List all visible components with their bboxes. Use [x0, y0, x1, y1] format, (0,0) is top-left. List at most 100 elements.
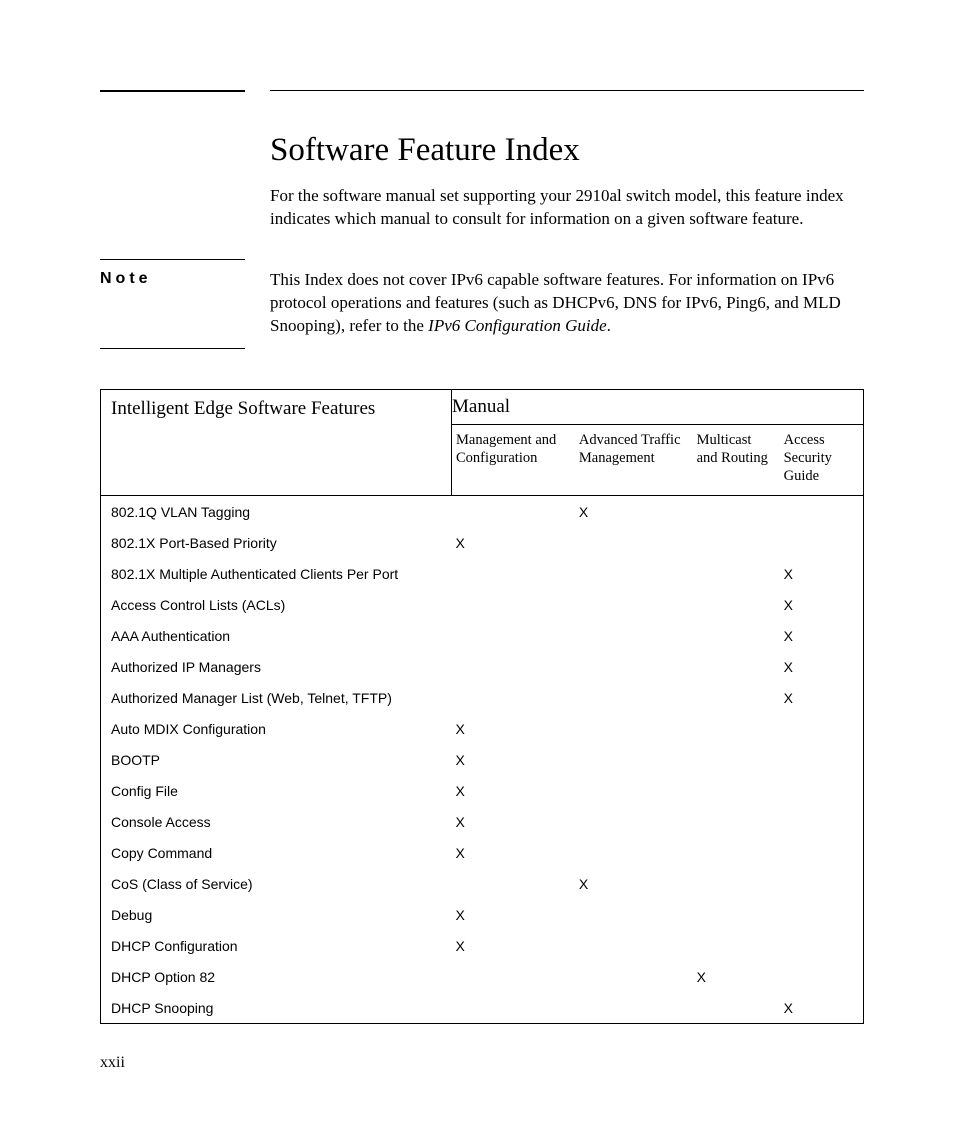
mark-cell	[575, 992, 693, 1024]
mark-cell	[693, 868, 780, 899]
feature-cell: Authorized IP Managers	[101, 651, 452, 682]
mark-cell	[780, 806, 864, 837]
long-rule	[270, 90, 864, 92]
mark-cell	[575, 620, 693, 651]
mark-cell	[693, 620, 780, 651]
mark-cell	[780, 775, 864, 806]
mark-cell	[452, 651, 575, 682]
feature-table: Intelligent Edge Software Features Manua…	[100, 389, 864, 1024]
table-row: Access Control Lists (ACLs) X	[101, 589, 864, 620]
mark-cell: X	[452, 806, 575, 837]
document-page: Software Feature Index For the software …	[0, 0, 954, 1112]
mark-cell	[693, 744, 780, 775]
feature-cell: DHCP Snooping	[101, 992, 452, 1024]
mark-cell	[452, 589, 575, 620]
mark-cell: X	[780, 589, 864, 620]
mark-cell	[575, 558, 693, 589]
table-header-manual: Manual	[452, 389, 864, 424]
mark-cell: X	[693, 961, 780, 992]
mark-cell	[780, 713, 864, 744]
mark-cell	[575, 775, 693, 806]
mark-cell	[693, 899, 780, 930]
feature-cell: Access Control Lists (ACLs)	[101, 589, 452, 620]
mark-cell	[780, 837, 864, 868]
mark-cell	[452, 682, 575, 713]
mark-cell: X	[452, 899, 575, 930]
mark-cell	[693, 651, 780, 682]
feature-cell: Debug	[101, 899, 452, 930]
feature-cell: Console Access	[101, 806, 452, 837]
mark-cell	[693, 713, 780, 744]
mark-cell	[693, 806, 780, 837]
mark-cell: X	[452, 713, 575, 744]
mark-cell: X	[452, 837, 575, 868]
mark-cell: X	[780, 558, 864, 589]
table-row: DebugX	[101, 899, 864, 930]
note-text-italic: IPv6 Configuration Guide	[428, 316, 606, 335]
mark-cell: X	[452, 775, 575, 806]
table-row: Copy CommandX	[101, 837, 864, 868]
mark-cell	[575, 837, 693, 868]
mark-cell: X	[452, 744, 575, 775]
mark-cell: X	[780, 992, 864, 1024]
feature-cell: Auto MDIX Configuration	[101, 713, 452, 744]
table-header-features: Intelligent Edge Software Features	[101, 389, 452, 495]
page-number: xxii	[100, 1054, 864, 1072]
mark-cell	[575, 899, 693, 930]
table-row: BOOTPX	[101, 744, 864, 775]
mark-cell	[452, 961, 575, 992]
col-advanced-traffic: Advanced Traffic Management	[575, 424, 693, 495]
feature-cell: 802.1X Port-Based Priority	[101, 527, 452, 558]
table-row: DHCP Option 82 X	[101, 961, 864, 992]
table-row: Auto MDIX ConfigurationX	[101, 713, 864, 744]
table-row: Config FileX	[101, 775, 864, 806]
mark-cell	[693, 992, 780, 1024]
mark-cell	[780, 527, 864, 558]
feature-cell: DHCP Option 82	[101, 961, 452, 992]
feature-cell: AAA Authentication	[101, 620, 452, 651]
table-row: CoS (Class of Service) X	[101, 868, 864, 899]
mark-cell	[575, 961, 693, 992]
feature-cell: 802.1X Multiple Authenticated Clients Pe…	[101, 558, 452, 589]
mark-cell	[693, 837, 780, 868]
mark-cell	[575, 589, 693, 620]
feature-cell: 802.1Q VLAN Tagging	[101, 496, 452, 528]
mark-cell	[452, 992, 575, 1024]
mark-cell	[693, 775, 780, 806]
table-row: DHCP Snooping X	[101, 992, 864, 1024]
mark-cell	[693, 558, 780, 589]
note-block: Note This Index does not cover IPv6 capa…	[100, 259, 864, 349]
table-row: 802.1X Multiple Authenticated Clients Pe…	[101, 558, 864, 589]
note-body: This Index does not cover IPv6 capable s…	[270, 259, 864, 349]
table-row: 802.1Q VLAN TaggingX	[101, 496, 864, 528]
col-management: Management and Configuration	[452, 424, 575, 495]
mark-cell	[693, 930, 780, 961]
table-row: AAA AuthenticationX	[101, 620, 864, 651]
mark-cell	[780, 899, 864, 930]
mark-cell	[780, 496, 864, 528]
mark-cell: X	[452, 527, 575, 558]
top-rule-row	[100, 90, 864, 92]
mark-cell	[693, 496, 780, 528]
feature-cell: CoS (Class of Service)	[101, 868, 452, 899]
short-rule	[100, 90, 245, 92]
mark-cell	[575, 682, 693, 713]
table-row: 802.1X Port-Based PriorityX	[101, 527, 864, 558]
mark-cell: X	[575, 868, 693, 899]
feature-cell: Copy Command	[101, 837, 452, 868]
page-title: Software Feature Index	[270, 132, 864, 169]
note-text-post: .	[607, 316, 611, 335]
mark-cell	[693, 682, 780, 713]
mark-cell	[780, 961, 864, 992]
mark-cell: X	[780, 651, 864, 682]
mark-cell	[452, 620, 575, 651]
mark-cell	[575, 806, 693, 837]
note-label-column: Note	[100, 259, 270, 349]
table-row: Authorized IP Managers X	[101, 651, 864, 682]
feature-cell: DHCP Configuration	[101, 930, 452, 961]
mark-cell	[575, 713, 693, 744]
table-row: Authorized Manager List (Web, Telnet, TF…	[101, 682, 864, 713]
mark-cell	[452, 868, 575, 899]
table-body: 802.1Q VLAN TaggingX 802.1X Port-Based P…	[101, 496, 864, 1024]
col-multicast-routing: Multicast and Routing	[693, 424, 780, 495]
